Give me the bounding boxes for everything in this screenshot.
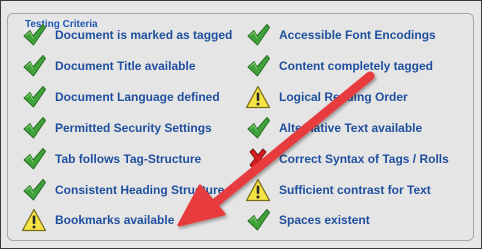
criterion-heading-structure: Consistent Heading Structure xyxy=(21,177,224,203)
criterion-content-tagged: Content completely tagged xyxy=(245,53,433,79)
check-icon xyxy=(245,22,271,48)
criterion-label: Bookmarks available xyxy=(55,213,175,227)
criterion-label: Correct Syntax of Tags / Rolls xyxy=(279,152,449,166)
criterion-label: Alternative Text available xyxy=(279,121,423,135)
criterion-label: Document is marked as tagged xyxy=(55,28,233,42)
criterion-label: Tab follows Tag-Structure xyxy=(55,152,202,166)
criterion-document-language: Document Language defined xyxy=(21,84,220,110)
check-icon xyxy=(21,84,47,110)
warning-icon xyxy=(21,207,47,233)
criterion-tab-order: Tab follows Tag-Structure xyxy=(21,146,201,172)
criterion-label: Document Title available xyxy=(55,59,196,73)
criterion-document-title: Document Title available xyxy=(21,53,196,79)
criterion-label: Sufficient contrast for Text xyxy=(279,183,431,197)
criterion-font-encodings: Accessible Font Encodings xyxy=(245,22,436,48)
criterion-label: Spaces existent xyxy=(279,213,370,227)
criterion-label: Logical Reading Order xyxy=(279,90,408,104)
criterion-bookmarks: Bookmarks available xyxy=(21,207,174,233)
criterion-text-contrast: Sufficient contrast for Text xyxy=(245,177,431,203)
check-icon xyxy=(245,115,271,141)
criterion-reading-order: Logical Reading Order xyxy=(245,84,408,110)
warning-icon xyxy=(245,177,271,203)
criterion-label: Content completely tagged xyxy=(279,59,434,73)
check-icon xyxy=(245,207,271,233)
criterion-label: Document Language defined xyxy=(55,90,220,104)
check-icon xyxy=(21,146,47,172)
check-icon xyxy=(21,115,47,141)
check-icon xyxy=(21,22,47,48)
criterion-label: Consistent Heading Structure xyxy=(55,183,225,197)
check-icon xyxy=(245,53,271,79)
criterion-alt-text: Alternative Text available xyxy=(245,115,422,141)
criterion-document-tagged: Document is marked as tagged xyxy=(21,22,232,48)
warning-icon xyxy=(245,84,271,110)
cross-icon xyxy=(245,146,271,172)
check-icon xyxy=(21,177,47,203)
criterion-label: Accessible Font Encodings xyxy=(279,28,436,42)
criterion-spaces: Spaces existent xyxy=(245,207,370,233)
window-frame: Testing Criteria Document is marked as t… xyxy=(0,0,482,249)
criterion-tag-syntax: Correct Syntax of Tags / Rolls xyxy=(245,146,449,172)
criterion-security-settings: Permitted Security Settings xyxy=(21,115,212,141)
criterion-label: Permitted Security Settings xyxy=(55,121,212,135)
check-icon xyxy=(21,53,47,79)
